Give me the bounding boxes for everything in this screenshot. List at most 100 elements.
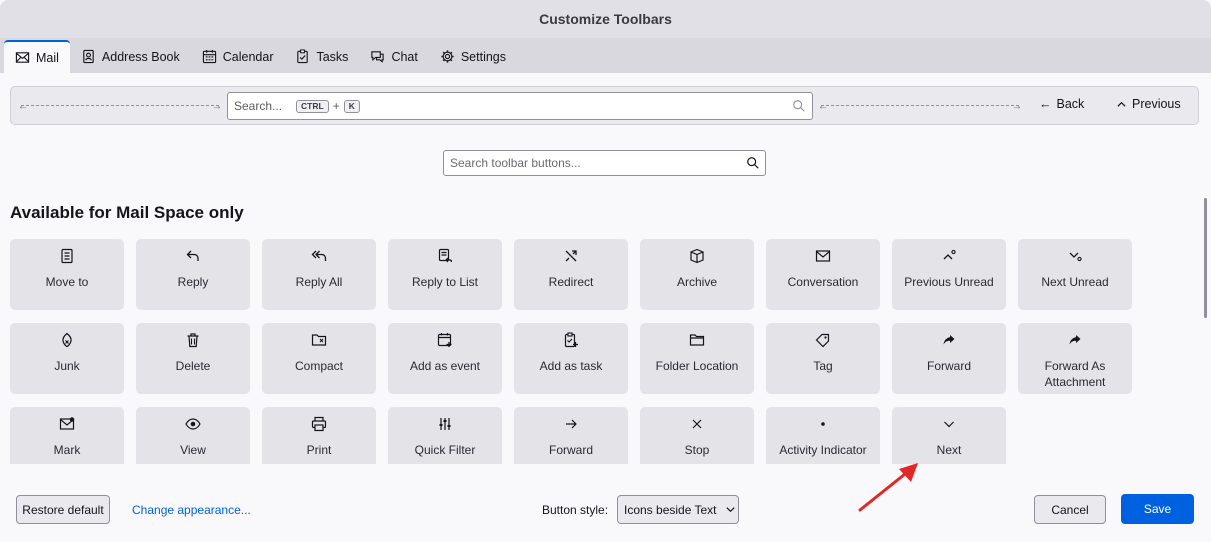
chevron-down-icon bbox=[725, 507, 735, 513]
button-palette: Move to Reply Reply All Reply to List Re… bbox=[10, 239, 1200, 464]
back-label: Back bbox=[1056, 97, 1085, 111]
previous-button[interactable]: Previous bbox=[1116, 97, 1181, 111]
tab-chat[interactable]: Chat bbox=[359, 40, 428, 73]
palette-button-view[interactable]: View bbox=[136, 407, 250, 464]
mark-icon bbox=[59, 417, 75, 430]
palette-button-stop[interactable]: Stop bbox=[640, 407, 754, 464]
palette-button-tag[interactable]: Tag bbox=[766, 323, 880, 394]
arrow-right-icon: → bbox=[212, 101, 222, 112]
palette-button-delete[interactable]: Delete bbox=[136, 323, 250, 394]
palette-button-quick-filter[interactable]: Quick Filter bbox=[388, 407, 502, 464]
button-label: Conversation bbox=[787, 275, 859, 289]
tab-calendar[interactable]: Calendar bbox=[191, 40, 285, 73]
palette-button-folder-location[interactable]: Folder Location bbox=[640, 323, 754, 394]
shortcut-key-k: K bbox=[343, 99, 360, 113]
palette-button-reply-all[interactable]: Reply All bbox=[262, 239, 376, 310]
chevron-up-icon bbox=[1117, 101, 1126, 107]
button-label: Move to bbox=[45, 275, 89, 289]
button-label: View bbox=[180, 443, 206, 457]
palette-button-conversation[interactable]: Conversation bbox=[766, 239, 880, 310]
shortcut-plus: + bbox=[332, 99, 340, 113]
previous-label: Previous bbox=[1132, 97, 1181, 111]
flexible-space-left[interactable]: ← → bbox=[18, 101, 222, 112]
forward-attachment-icon bbox=[1069, 335, 1081, 345]
toolbar-button-search-input[interactable] bbox=[443, 150, 766, 176]
tab-label: Chat bbox=[391, 49, 418, 64]
tab-settings[interactable]: Settings bbox=[429, 40, 517, 73]
palette-button-add-as-event[interactable]: Add as event bbox=[388, 323, 502, 394]
reply-all-icon bbox=[311, 250, 327, 261]
arrow-right-icon: → bbox=[1012, 101, 1022, 112]
annotation-arrow-icon bbox=[858, 463, 918, 512]
palette-button-archive[interactable]: Archive bbox=[640, 239, 754, 310]
palette-button-move-to[interactable]: Move to bbox=[10, 239, 124, 310]
archive-icon bbox=[690, 248, 704, 264]
tab-tasks[interactable]: Tasks bbox=[284, 40, 359, 73]
back-button[interactable]: ← Back bbox=[1039, 97, 1084, 111]
activity-indicator-icon bbox=[821, 422, 825, 426]
window-title: Customize Toolbars bbox=[0, 0, 1211, 38]
compact-icon bbox=[311, 334, 327, 346]
palette-button-previous-unread[interactable]: Previous Unread bbox=[892, 239, 1006, 310]
button-style-select[interactable]: Icons beside Text bbox=[617, 495, 739, 524]
palette-button-reply-to-list[interactable]: Reply to List bbox=[388, 239, 502, 310]
tab-address-book[interactable]: Address Book bbox=[70, 40, 191, 73]
button-label: Compact bbox=[294, 359, 344, 373]
address-book-icon bbox=[83, 49, 94, 64]
button-label: Folder Location bbox=[655, 359, 739, 373]
search-icon bbox=[747, 157, 759, 169]
calendar-icon bbox=[202, 49, 216, 64]
arrow-left-icon: ← bbox=[18, 101, 28, 112]
change-appearance-link[interactable]: Change appearance... bbox=[132, 503, 251, 517]
next-unread-icon bbox=[1069, 252, 1082, 262]
back-arrow-icon: ← bbox=[1039, 97, 1052, 111]
palette-button-redirect[interactable]: Redirect bbox=[514, 239, 628, 310]
redirect-icon bbox=[565, 250, 577, 262]
folder-icon bbox=[689, 334, 705, 346]
palette-button-compact[interactable]: Compact bbox=[262, 323, 376, 394]
tab-label: Tasks bbox=[316, 49, 349, 64]
search-placeholder: Search... bbox=[234, 99, 283, 113]
search-icon bbox=[793, 100, 805, 112]
arrow-left-icon: ← bbox=[818, 101, 828, 112]
button-label: Reply to List bbox=[411, 275, 479, 289]
button-style-value: Icons beside Text bbox=[624, 502, 717, 517]
toolbar-preview: ← → Search... CTRL + K ← → ← Back Previo… bbox=[10, 86, 1199, 125]
reply-list-icon bbox=[438, 248, 453, 263]
palette-button-forward[interactable]: Forward bbox=[892, 323, 1006, 394]
button-label: Print bbox=[306, 443, 332, 457]
palette-button-add-as-task[interactable]: Add as task bbox=[514, 323, 628, 394]
tab-label: Calendar bbox=[222, 49, 274, 64]
palette-button-reply[interactable]: Reply bbox=[136, 239, 250, 310]
tab-mail[interactable]: Mail bbox=[4, 40, 70, 73]
palette-button-forward-nav[interactable]: Forward bbox=[514, 407, 628, 464]
reply-icon bbox=[186, 250, 199, 261]
space-tabbar: Mail Address Book Calendar Tasks Chat Se… bbox=[0, 38, 1211, 73]
shortcut-key-ctrl: CTRL bbox=[296, 99, 329, 113]
button-label: Forward bbox=[548, 443, 593, 457]
eye-icon bbox=[185, 418, 201, 430]
restore-default-button[interactable]: Restore default bbox=[16, 495, 110, 524]
button-label: Forward bbox=[926, 359, 971, 373]
trash-icon bbox=[187, 333, 199, 348]
button-label: Quick Filter bbox=[414, 443, 476, 457]
button-label: Previous Unread bbox=[904, 275, 994, 289]
scrollbar-thumb[interactable] bbox=[1204, 198, 1207, 318]
global-search-input[interactable]: Search... CTRL + K bbox=[227, 92, 813, 120]
button-label: Redirect bbox=[548, 275, 594, 289]
palette-button-junk[interactable]: Junk bbox=[10, 323, 124, 394]
button-label: Reply All bbox=[295, 275, 343, 289]
palette-button-forward-as-attachment[interactable]: Forward As Attachment bbox=[1018, 323, 1132, 394]
gear-icon bbox=[441, 50, 454, 63]
palette-button-print[interactable]: Print bbox=[262, 407, 376, 464]
button-label: Add as task bbox=[539, 359, 603, 373]
palette-button-mark[interactable]: Mark bbox=[10, 407, 124, 464]
arrow-right-icon bbox=[566, 419, 577, 429]
button-label: Stop bbox=[684, 443, 710, 457]
cancel-button[interactable]: Cancel bbox=[1034, 495, 1106, 524]
save-button[interactable]: Save bbox=[1121, 494, 1194, 524]
section-title: Available for Mail Space only bbox=[10, 203, 244, 222]
flexible-space-right[interactable]: ← → bbox=[818, 101, 1022, 112]
button-label: Junk bbox=[54, 359, 80, 373]
palette-button-next-unread[interactable]: Next Unread bbox=[1018, 239, 1132, 310]
